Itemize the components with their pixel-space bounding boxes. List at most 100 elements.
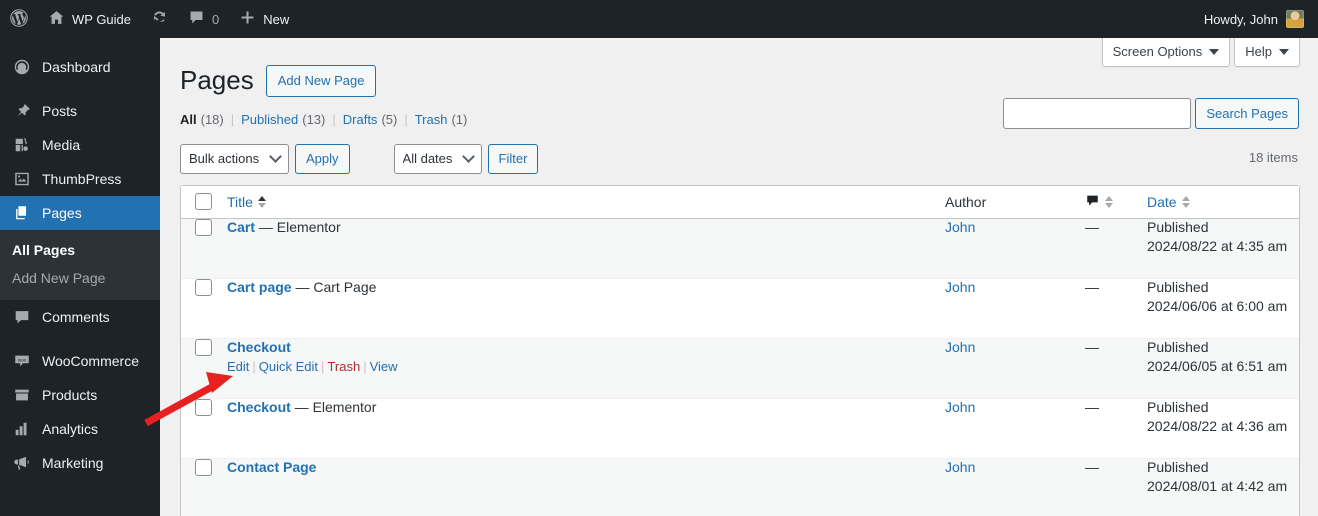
view-label[interactable]: Published [241,112,298,127]
table-row[interactable]: Cart page — Cart Page John — Published 2… [181,278,1299,339]
sidebar-item-label: WooCommerce [42,353,139,369]
row-checkbox-cell [181,458,227,516]
row-author-link[interactable]: John [945,399,975,415]
row-checkbox-cell [181,218,227,279]
table-navigation-top: Bulk actions Apply All dates Filter 18 i… [180,143,1298,175]
row-author-link[interactable]: John [945,279,975,295]
sidebar-item-posts[interactable]: Posts [0,94,160,128]
view-link-published[interactable]: Published (13) [241,112,325,127]
sidebar-item-woocommerce[interactable]: woo WooCommerce [0,344,160,378]
row-checkbox[interactable] [195,218,212,236]
screen-options-button[interactable]: Screen Options [1101,38,1231,67]
submenu-item-all-pages[interactable]: All Pages [0,236,160,264]
sidebar-item-label: Dashboard [42,59,111,75]
column-header-comments[interactable] [1085,185,1147,219]
updates-menu[interactable] [141,0,178,38]
new-content-menu[interactable]: New [229,0,299,38]
column-header-title[interactable]: Title [227,185,945,219]
select-all-checkbox[interactable] [195,193,212,211]
row-title-link[interactable]: Cart [227,219,255,235]
sort-indicator-icon[interactable] [1181,195,1190,208]
submenu-item-add-new-page[interactable]: Add New Page [0,264,160,292]
sidebar-item-media[interactable]: Media [0,128,160,162]
row-date-cell: Published 2024/08/22 at 4:35 am [1147,218,1299,279]
site-name-menu[interactable]: WP Guide [38,0,141,38]
row-title-suffix: — Elementor [255,218,341,235]
site-name-label: WP Guide [72,11,132,27]
comments-menu[interactable]: 0 [178,0,229,38]
view-link-all[interactable]: All (18) [180,112,224,127]
row-author-cell: John [945,279,1085,339]
row-action-view[interactable]: View [370,359,398,374]
sidebar-item-label: Media [42,137,81,153]
view-label[interactable]: All [180,112,197,127]
home-icon [48,9,65,29]
sort-indicator-icon[interactable] [257,195,266,208]
row-checkbox[interactable] [195,458,212,476]
sidebar-item-label: Posts [42,103,78,119]
search-pages-button[interactable]: Search Pages [1195,98,1299,129]
sidebar-item-label: Analytics [42,421,99,437]
row-date-status: Published [1147,218,1209,235]
row-checkbox[interactable] [195,278,212,296]
sidebar-divider [0,334,160,344]
row-author-link[interactable]: John [945,459,975,475]
row-date-cell: Published 2024/08/22 at 4:36 am [1147,399,1299,459]
column-title-label[interactable]: Title [227,194,253,210]
view-label[interactable]: Trash [415,112,448,127]
row-checkbox[interactable] [195,338,212,356]
row-date-value: 2024/08/01 at 4:42 am [1147,477,1288,494]
row-action-trash[interactable]: Trash [327,359,360,374]
search-form: Search Pages [1003,98,1299,129]
view-label[interactable]: Drafts [343,112,378,127]
row-author-link[interactable]: John [945,339,975,355]
row-comments-value: — [1085,338,1099,355]
row-title-link[interactable]: Checkout [227,339,291,355]
row-comments-cell: — [1085,399,1147,459]
sidebar-item-comments[interactable]: Comments [0,300,160,334]
pages-submenu: All Pages Add New Page [0,230,160,300]
sidebar-item-dashboard[interactable]: Dashboard [0,50,160,84]
column-header-date[interactable]: Date [1147,185,1299,219]
admin-sidebar-menu: Dashboard Posts Media ThumbPress Pages A… [0,38,168,516]
sidebar-item-pages[interactable]: Pages [0,196,168,230]
screen-meta-links: Screen Options Help [1101,38,1300,67]
row-author-link[interactable]: John [945,219,975,235]
row-title-link[interactable]: Cart page [227,279,292,295]
row-action-edit[interactable]: Edit [227,359,249,374]
view-link-drafts[interactable]: Drafts (5) [343,112,398,127]
column-author-label: Author [945,193,987,210]
view-count: (18) [200,111,224,127]
search-input[interactable] [1003,98,1192,129]
wordpress-logo-menu[interactable] [0,0,38,38]
row-author-cell: John [945,458,1085,516]
sidebar-item-products[interactable]: Products [0,378,160,412]
row-title-link[interactable]: Contact Page [227,459,316,475]
admin-bar: WP Guide 0 New Howdy, John [0,0,1318,38]
sidebar-item-analytics[interactable]: Analytics [0,412,160,446]
comment-bubble-icon [188,9,205,29]
help-button[interactable]: Help [1234,38,1300,67]
sidebar-item-marketing[interactable]: Marketing [0,446,160,480]
table-row[interactable]: Contact Page John — Published 2024/08/01… [181,458,1299,516]
pages-list-table: Title Author Date Cart — Elementor John … [180,184,1300,516]
filter-button[interactable]: Filter [487,143,539,174]
sidebar-item-thumbpress[interactable]: ThumbPress [0,162,160,196]
table-row[interactable]: Checkout — Elementor John — Published 20… [181,398,1299,459]
pages-icon [12,203,32,223]
date-filter-select[interactable]: All dates [393,143,482,174]
apply-button[interactable]: Apply [295,143,350,174]
row-action-quick-edit[interactable]: Quick Edit [259,359,318,374]
sort-indicator-icon[interactable] [1105,195,1113,208]
bulk-actions-select-wrap: Bulk actions [180,143,289,174]
row-author-cell: John [945,399,1085,459]
howdy-account-menu[interactable]: Howdy, John [1194,0,1318,38]
column-date-label[interactable]: Date [1147,194,1177,210]
table-row[interactable]: Cart — Elementor John — Published 2024/0… [181,218,1299,279]
table-row[interactable]: Checkout Edit | Quick Edit | Trash | View John… [181,338,1299,399]
row-title-link[interactable]: Checkout [227,399,291,415]
row-checkbox[interactable] [195,398,212,416]
view-link-trash[interactable]: Trash (1) [415,112,468,127]
bulk-actions-select[interactable]: Bulk actions [180,143,289,174]
add-new-page-button[interactable]: Add New Page [265,64,377,98]
